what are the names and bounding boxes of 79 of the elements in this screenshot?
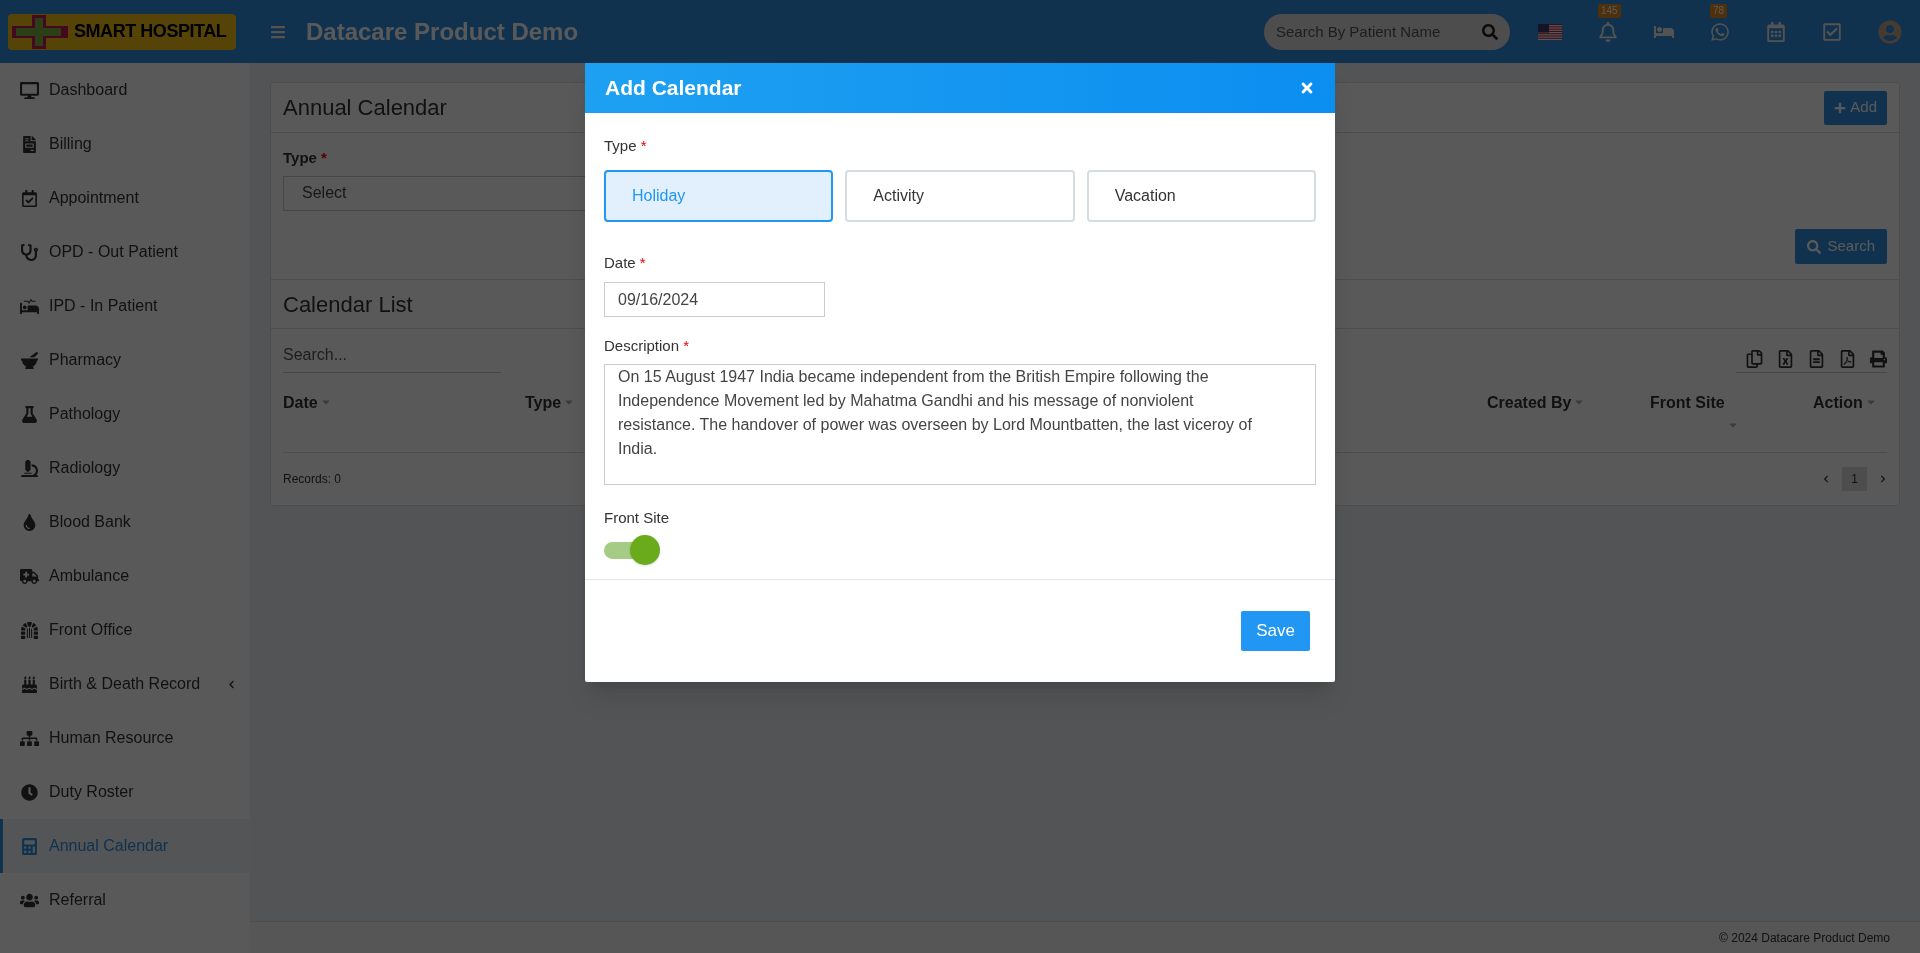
- calculator-icon: [20, 837, 39, 855]
- field-label: Date *: [604, 252, 646, 273]
- clock-icon: [20, 783, 39, 801]
- sidebar-item[interactable]: Referral: [0, 873, 250, 927]
- card-title: Annual Calendar: [283, 94, 447, 122]
- table-search-field[interactable]: Search...: [283, 337, 501, 373]
- sidebar-item[interactable]: Front Office: [0, 603, 250, 657]
- sidebar-item[interactable]: Blood Bank: [0, 495, 250, 549]
- dialog-title: Add Calendar: [605, 75, 742, 102]
- app-title: Datacare Product Demo: [306, 16, 579, 47]
- copy-icon[interactable]: [1746, 350, 1763, 368]
- bell-icon[interactable]: [1598, 21, 1618, 42]
- flask-icon: [20, 405, 39, 423]
- calendar-icon[interactable]: [1766, 21, 1786, 42]
- type-option[interactable]: Activity: [845, 169, 1075, 222]
- date-field[interactable]: 09/16/2024: [604, 282, 825, 317]
- excel-file-icon[interactable]: [1777, 350, 1794, 368]
- calendar-check-icon: [20, 189, 39, 207]
- stethoscope-icon: [20, 243, 39, 261]
- text-file-icon[interactable]: [1808, 350, 1825, 368]
- sidebar-item[interactable]: Ambulance: [0, 549, 250, 603]
- column-header[interactable]: Action: [1813, 391, 1887, 452]
- arch-icon: [20, 621, 39, 639]
- front-site-toggle[interactable]: [604, 535, 660, 565]
- sitemap-icon: [20, 729, 39, 747]
- checkbox-icon[interactable]: [1822, 21, 1842, 42]
- sidebar-item[interactable]: Pharmacy: [0, 333, 250, 387]
- menu-icon[interactable]: [270, 23, 286, 40]
- sidebar-item[interactable]: Human Resource: [0, 711, 250, 765]
- print-icon[interactable]: [1870, 350, 1887, 368]
- chat-icon[interactable]: [1710, 21, 1730, 42]
- flag-icon[interactable]: [1538, 23, 1562, 40]
- copyright-text: © 2024 Datacare Product Demo: [1719, 929, 1890, 947]
- next-page-icon[interactable]: [1879, 475, 1887, 483]
- sidebar-item[interactable]: Pathology: [0, 387, 250, 441]
- sidebar-item[interactable]: Birth & Death Record: [0, 657, 250, 711]
- column-header[interactable]: Created By: [1487, 391, 1650, 452]
- bed-patient-icon: [20, 297, 39, 315]
- ambulance-icon: [20, 567, 39, 585]
- save-button[interactable]: Save: [1241, 611, 1310, 651]
- pdf-file-icon[interactable]: [1839, 350, 1856, 368]
- count-badge: 145: [1598, 3, 1621, 18]
- field-label: Description *: [604, 336, 690, 356]
- sidebar-item[interactable]: Radiology: [0, 441, 250, 495]
- document-icon: [20, 135, 39, 153]
- column-header[interactable]: Date: [283, 391, 525, 452]
- sidebar-item[interactable]: Dashboard: [0, 63, 250, 117]
- logo[interactable]: SMART HOSPITAL: [8, 13, 236, 50]
- users-icon: [20, 891, 39, 909]
- search-icon: [1807, 239, 1822, 254]
- search-button[interactable]: Search: [1795, 229, 1887, 264]
- type-option[interactable]: Holiday: [604, 169, 834, 222]
- column-header[interactable]: Front Site: [1650, 391, 1813, 452]
- sidebar-item[interactable]: Appointment: [0, 171, 250, 225]
- logo-text: SMART HOSPITAL: [74, 20, 227, 43]
- microscope-icon: [20, 459, 39, 477]
- records-count: Records: 0: [283, 471, 342, 488]
- section-title: Calendar List: [283, 290, 413, 319]
- type-option[interactable]: Vacation: [1086, 169, 1316, 222]
- add-button[interactable]: Add: [1824, 90, 1887, 125]
- monitor-icon: [20, 81, 39, 99]
- search-icon[interactable]: [1482, 23, 1498, 40]
- sidebar-item[interactable]: Billing: [0, 117, 250, 171]
- count-badge: 78: [1710, 3, 1728, 18]
- column-header[interactable]: Type: [525, 391, 576, 452]
- sidebar-item[interactable]: IPD - In Patient: [0, 279, 250, 333]
- field-label: Type *: [283, 148, 327, 168]
- cake-icon: [20, 675, 39, 693]
- sidebar-item[interactable]: Duty Roster: [0, 765, 250, 819]
- mortar-icon: [20, 351, 39, 369]
- page-number[interactable]: 1: [1842, 467, 1867, 491]
- close-icon[interactable]: [1299, 80, 1315, 96]
- field-label: Type *: [604, 136, 647, 156]
- plus-icon: [1834, 101, 1847, 114]
- field-label: Front Site: [604, 507, 670, 528]
- sidebar-item[interactable]: Annual Calendar: [0, 819, 250, 873]
- previous-page-icon[interactable]: [1822, 475, 1831, 483]
- description-field[interactable]: On 15 August 1947 India became independent from the British Empire following the Independence Movement led by Mahatma Gandhi and his message of nonviolent resistance. The handover of power was overseen by Lord Mountbatten, the last viceroy of India.: [604, 363, 1316, 485]
- sidebar-item[interactable]: OPD - Out Patient: [0, 225, 250, 279]
